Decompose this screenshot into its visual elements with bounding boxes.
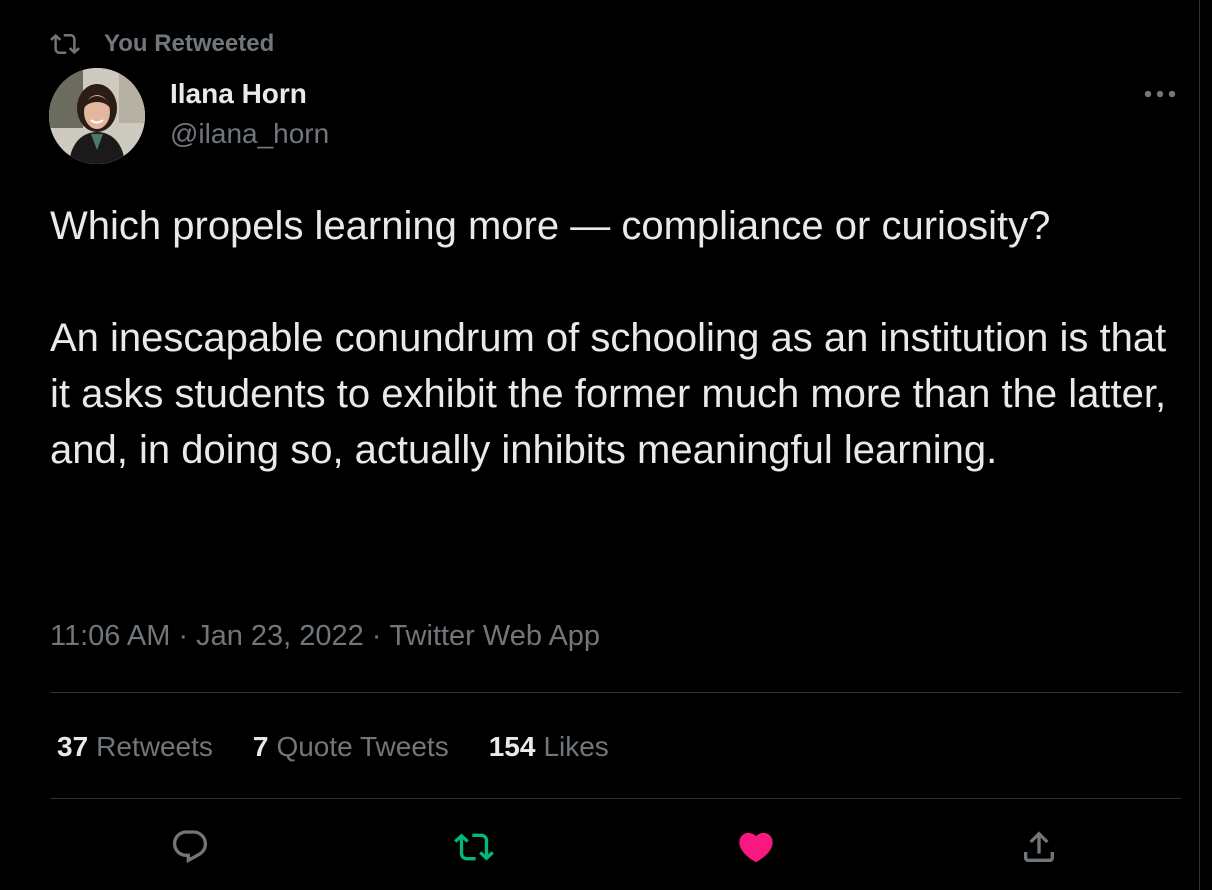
- heart-icon: [739, 832, 773, 863]
- share-button[interactable]: [1014, 822, 1064, 872]
- tweet-time[interactable]: 11:06 AM: [50, 620, 170, 653]
- retweets-stat[interactable]: 37 Retweets: [57, 731, 213, 763]
- retweets-label: Retweets: [96, 731, 213, 762]
- author-name[interactable]: Ilana Horn: [170, 78, 307, 110]
- likes-count: 154: [488, 731, 536, 762]
- share-icon: [1024, 831, 1054, 862]
- quote-tweets-stat[interactable]: 7 Quote Tweets: [253, 731, 449, 763]
- quote-tweets-label: Quote Tweets: [276, 731, 449, 762]
- tweet-date[interactable]: Jan 23, 2022: [196, 620, 364, 653]
- tweet-metadata: 11:06 AM · Jan 23, 2022 · Twitter Web Ap…: [50, 620, 600, 653]
- author-handle[interactable]: @ilana_horn: [170, 118, 329, 150]
- tweet-text: Which propels learning more — compliance…: [50, 198, 1180, 478]
- avatar[interactable]: [49, 68, 145, 164]
- retweet-icon: [454, 833, 494, 861]
- likes-label: Likes: [543, 731, 609, 762]
- reply-button[interactable]: [165, 822, 215, 872]
- likes-stat[interactable]: 154 Likes: [489, 731, 609, 763]
- tweet-paragraph: An inescapable conundrum of schooling as…: [50, 316, 1167, 472]
- more-options-icon[interactable]: [1140, 78, 1180, 110]
- tweet-paragraph: Which propels learning more — compliance…: [50, 204, 1051, 248]
- meta-separator: ·: [371, 620, 382, 652]
- divider: [50, 692, 1181, 693]
- engagement-stats: 37 Retweets 7 Quote Tweets 154 Likes: [57, 728, 649, 766]
- divider: [50, 798, 1181, 799]
- retweet-notice: You Retweeted: [50, 28, 274, 60]
- retweet-notice-label[interactable]: You Retweeted: [104, 30, 274, 58]
- like-button[interactable]: [731, 822, 781, 872]
- meta-separator: ·: [178, 620, 189, 652]
- retweets-count: 37: [57, 731, 89, 762]
- quote-tweets-count: 7: [252, 731, 269, 762]
- tweet-detail: You Retweeted Ilana Horn @ilana_horn Whi…: [0, 0, 1200, 890]
- retweet-small-icon: [50, 28, 84, 60]
- retweet-button[interactable]: [449, 822, 499, 872]
- tweet-source[interactable]: Twitter Web App: [389, 620, 600, 653]
- action-bar: [0, 822, 1200, 872]
- reply-icon: [172, 830, 208, 864]
